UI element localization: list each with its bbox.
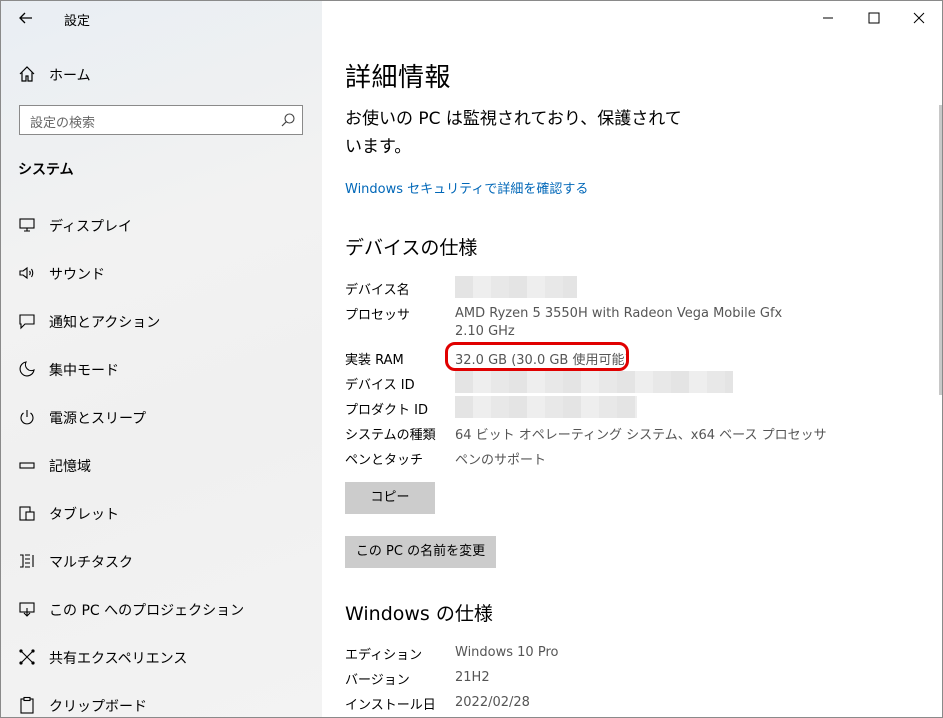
sidebar-item-notifications[interactable]: 通知とアクション bbox=[1, 302, 322, 342]
redacted-device-name bbox=[455, 276, 577, 298]
notification-icon bbox=[18, 312, 36, 330]
win-value-version: 21H2 bbox=[455, 670, 490, 685]
page-title: 詳細情報 bbox=[345, 63, 452, 93]
win-value-install-date: 2022/02/28 bbox=[455, 695, 530, 710]
power-icon bbox=[18, 408, 36, 426]
projection-icon bbox=[18, 600, 36, 618]
spec-label-ram: 実装 RAM bbox=[345, 353, 404, 368]
sidebar-item-label: 記憶域 bbox=[49, 459, 91, 475]
multitask-icon bbox=[18, 552, 36, 570]
app-title: 設定 bbox=[64, 14, 91, 29]
sidebar-item-label: 共有エクスペリエンス bbox=[49, 651, 188, 667]
sidebar-item-label: この PC へのプロジェクション bbox=[49, 603, 245, 619]
close-button[interactable] bbox=[896, 1, 942, 35]
sidebar-item-display[interactable]: ディスプレイ bbox=[1, 206, 322, 246]
back-arrow-icon bbox=[19, 12, 32, 24]
sidebar-item-label: サウンド bbox=[49, 267, 105, 283]
sidebar-item-focus[interactable]: 集中モード bbox=[1, 350, 322, 390]
sidebar-item-sound[interactable]: サウンド bbox=[1, 254, 322, 294]
spec-label-device-name: デバイス名 bbox=[345, 283, 410, 298]
sound-icon bbox=[18, 264, 36, 282]
nav-home[interactable]: ホーム bbox=[1, 55, 322, 95]
spec-label-system-type: システムの種類 bbox=[345, 428, 436, 443]
security-link[interactable]: Windows セキュリティで詳細を確認する bbox=[345, 178, 588, 197]
spec-value-pen-touch: ペンのサポート bbox=[455, 453, 547, 468]
sidebar-item-label: 電源とスリープ bbox=[49, 411, 147, 427]
sidebar: 設定 ホーム 設定の検索 システム ディスプレイ サウンド 通知とアクション 集… bbox=[1, 1, 322, 717]
minimize-icon bbox=[823, 17, 833, 19]
copy-button[interactable]: コピー bbox=[345, 482, 435, 514]
device-spec-heading: デバイスの仕様 bbox=[345, 237, 478, 259]
sidebar-item-label: 通知とアクション bbox=[49, 315, 161, 331]
storage-icon bbox=[18, 456, 36, 474]
focus-moon-icon bbox=[18, 360, 36, 378]
spec-label-device-id: デバイス ID bbox=[345, 378, 415, 393]
sidebar-item-label: タブレット bbox=[49, 507, 119, 523]
redacted-device-id bbox=[455, 371, 733, 393]
sidebar-item-storage[interactable]: 記憶域 bbox=[1, 446, 322, 486]
maximize-icon bbox=[868, 12, 880, 24]
rename-pc-button[interactable]: この PC の名前を変更 bbox=[345, 536, 496, 568]
sidebar-item-clipboard[interactable]: クリップボード bbox=[1, 686, 322, 717]
sidebar-item-label: クリップボード bbox=[49, 699, 147, 715]
tablet-icon bbox=[18, 504, 36, 522]
sidebar-item-multitask[interactable]: マルチタスク bbox=[1, 542, 322, 582]
home-icon bbox=[18, 65, 36, 83]
sidebar-item-label: 集中モード bbox=[49, 363, 119, 379]
win-label-version: バージョン bbox=[345, 673, 410, 688]
ram-highlight-annotation bbox=[445, 342, 629, 371]
main-content: 詳細情報 お使いの PC は監視されており、保護されています。 Windows … bbox=[322, 1, 942, 717]
sidebar-item-label: ディスプレイ bbox=[49, 219, 133, 235]
sidebar-item-projection[interactable]: この PC へのプロジェクション bbox=[1, 590, 322, 630]
nav-home-label: ホーム bbox=[49, 68, 91, 84]
spec-label-processor: プロセッサ bbox=[345, 308, 411, 323]
win-label-edition: エディション bbox=[345, 648, 423, 663]
search-input[interactable]: 設定の検索 bbox=[19, 105, 303, 135]
search-icon bbox=[280, 112, 296, 128]
spec-value-processor-speed: 2.10 GHz bbox=[455, 324, 515, 339]
minimize-button[interactable] bbox=[805, 1, 851, 35]
titlebar-left: 設定 bbox=[1, 1, 322, 35]
scrollbar[interactable] bbox=[939, 105, 942, 395]
share-icon bbox=[18, 648, 36, 666]
sidebar-item-shared-experiences[interactable]: 共有エクスペリエンス bbox=[1, 638, 322, 678]
section-title-system: システム bbox=[18, 162, 74, 178]
spec-value-system-type: 64 ビット オペレーティング システム、x64 ベース プロセッサ bbox=[455, 428, 827, 443]
back-button[interactable] bbox=[15, 7, 37, 29]
spec-label-product-id: プロダクト ID bbox=[345, 403, 428, 418]
spec-value-processor: AMD Ryzen 5 3550H with Radeon Vega Mobil… bbox=[455, 306, 783, 321]
sidebar-item-tablet[interactable]: タブレット bbox=[1, 494, 322, 534]
win-value-edition: Windows 10 Pro bbox=[455, 645, 559, 660]
clipboard-icon bbox=[18, 696, 36, 714]
maximize-button[interactable] bbox=[851, 1, 897, 35]
sidebar-item-power[interactable]: 電源とスリープ bbox=[1, 398, 322, 438]
display-icon bbox=[18, 216, 36, 234]
spec-label-pen-touch: ペンとタッチ bbox=[345, 453, 424, 468]
protection-status: お使いの PC は監視されており、保護されています。 bbox=[345, 109, 682, 157]
windows-spec-heading: Windows の仕様 bbox=[345, 603, 493, 625]
search-placeholder: 設定の検索 bbox=[30, 116, 96, 131]
win-label-install-date: インストール日 bbox=[345, 698, 436, 713]
settings-window: 設定 ホーム 設定の検索 システム ディスプレイ サウンド 通知とアクション 集… bbox=[0, 0, 943, 718]
redacted-product-id bbox=[455, 396, 637, 418]
close-icon bbox=[913, 12, 925, 24]
sidebar-item-label: マルチタスク bbox=[49, 555, 133, 571]
